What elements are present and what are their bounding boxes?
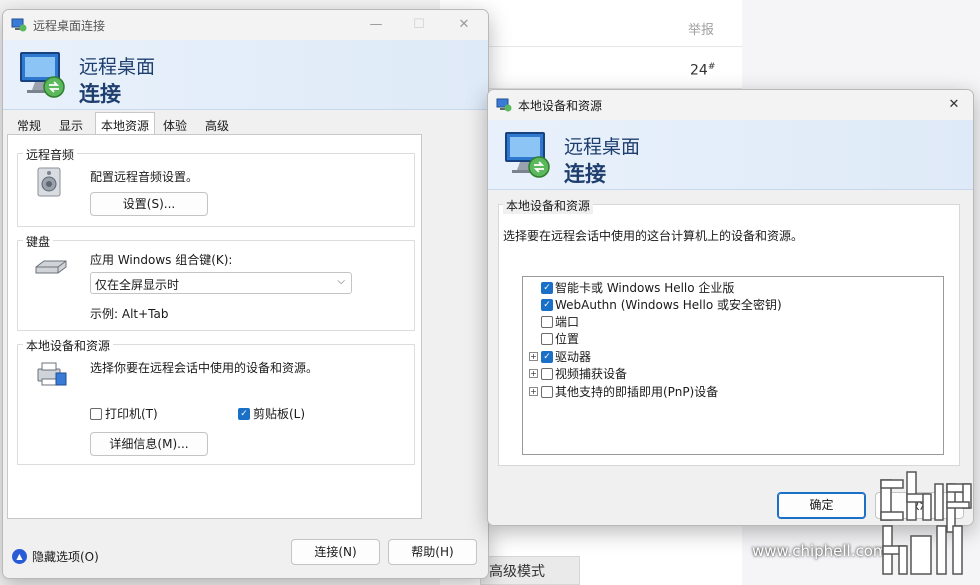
group-label: 远程音频 — [23, 146, 78, 163]
group-label: 本地设备和资源 — [23, 337, 114, 354]
group-label: 键盘 — [23, 233, 54, 250]
list-item[interactable]: + ✓ 驱动器 — [529, 348, 591, 365]
connect-button[interactable]: 连接(N) — [291, 539, 380, 565]
check-icon[interactable]: ✓ — [238, 407, 250, 420]
local-devices-description: 选择你要在远程会话中使用的设备和资源。 — [90, 361, 319, 375]
expand-plus-icon[interactable]: + — [529, 352, 538, 361]
banner-line2: 连接 — [79, 82, 121, 106]
check-icon[interactable]: ✓ — [541, 281, 553, 294]
tab-advanced[interactable]: 高级 — [199, 114, 235, 134]
expand-plus-icon[interactable]: + — [529, 387, 538, 396]
remote-desktop-window: 远程桌面连接 — ☐ ✕ 远程桌面 连接 常规 显示 本地资源 体验 高级 远程… — [2, 9, 489, 579]
monitor-connect-icon — [17, 48, 71, 105]
devices-icon — [34, 357, 68, 392]
rdp-banner: 远程桌面 连接 — [3, 40, 488, 110]
list-item[interactable]: 端口 — [529, 313, 579, 330]
keyboard-label: 应用 Windows 组合键(K): — [90, 253, 233, 267]
tab-display[interactable]: 显示 — [53, 114, 89, 134]
rdp-banner: 远程桌面 连接 — [488, 120, 973, 190]
rdp-app-icon — [11, 17, 27, 36]
check-icon[interactable]: ✓ — [541, 350, 553, 363]
speaker-icon — [34, 166, 66, 201]
chevron-up-icon[interactable]: ▲ — [12, 549, 27, 564]
monitor-connect-icon — [502, 128, 556, 185]
hide-options-toggle[interactable]: ▲ 隐藏选项(O) — [12, 548, 99, 565]
expand-plus-icon[interactable]: + — [529, 369, 538, 378]
tab-general[interactable]: 常规 — [11, 114, 47, 134]
printer-checkbox[interactable]: 打印机(T) — [90, 405, 158, 422]
advanced-mode-button[interactable]: 高级模式 — [480, 556, 580, 585]
window-title: 远程桌面连接 — [33, 19, 106, 33]
keyboard-example: 示例: Alt+Tab — [90, 307, 169, 321]
dialog-description: 选择要在远程会话中使用的这台计算机上的设备和资源。 — [503, 229, 804, 243]
ok-button[interactable]: 确定 — [777, 492, 866, 519]
local-devices-dialog: 本地设备和资源 ✕ 远程桌面 连接 本地设备和资源 选择要在远程会话中使用的这台… — [487, 89, 974, 526]
audio-settings-button[interactable]: 设置(S)... — [90, 192, 208, 216]
rdp-app-icon — [496, 97, 512, 116]
help-button[interactable]: 帮助(H) — [388, 539, 477, 565]
item-label: WebAuthn (Windows Hello 或安全密钥) — [555, 298, 782, 312]
checkbox-box[interactable] — [541, 367, 553, 380]
item-label: 智能卡或 Windows Hello 企业版 — [555, 281, 735, 295]
chevron-down-icon: ⌵ — [337, 276, 345, 287]
hide-options-label: 隐藏选项(O) — [32, 550, 99, 564]
keyboard-group: 键盘 应用 Windows 组合键(K): 仅在全屏显示时 ⌵ 示例: Alt+… — [17, 233, 415, 331]
report-link[interactable]: 举报 — [688, 19, 714, 38]
checkbox-box[interactable] — [541, 385, 553, 398]
checkbox-box[interactable] — [90, 407, 102, 420]
list-item[interactable]: ✓ WebAuthn (Windows Hello 或安全密钥) — [529, 296, 782, 313]
keyboard-icon — [34, 257, 68, 280]
close-icon[interactable]: ✕ — [441, 10, 487, 40]
select-value: 仅在全屏显示时 — [95, 278, 180, 292]
floor-number: 24# — [690, 62, 716, 79]
audio-description: 配置远程音频设置。 — [90, 170, 199, 184]
checkbox-label: 剪贴板(L) — [253, 407, 306, 421]
close-icon[interactable]: ✕ — [931, 90, 973, 120]
device-tree-list[interactable]: ✓ 智能卡或 Windows Hello 企业版 ✓ WebAuthn (Win… — [522, 276, 944, 455]
item-label: 位置 — [555, 332, 580, 346]
local-devices-group: 本地设备和资源 选择你要在远程会话中使用的设备和资源。 打印机(T) ✓ 剪贴板… — [17, 337, 415, 465]
list-item[interactable]: + 其他支持的即插即用(PnP)设备 — [529, 383, 718, 400]
minimize-icon[interactable]: — — [353, 10, 399, 40]
local-resources-panel: 远程音频 配置远程音频设置。 设置(S)... 键盘 应用 Windows 组合… — [7, 134, 422, 519]
audio-group: 远程音频 配置远程音频设置。 设置(S)... — [17, 146, 415, 227]
clipboard-checkbox[interactable]: ✓ 剪贴板(L) — [238, 405, 305, 422]
details-button[interactable]: 详细信息(M)... — [90, 432, 208, 456]
item-label: 端口 — [555, 315, 580, 329]
banner-line2: 连接 — [564, 162, 606, 186]
check-icon[interactable]: ✓ — [541, 298, 553, 311]
list-item[interactable]: 位置 — [529, 330, 579, 347]
checkbox-label: 打印机(T) — [105, 407, 158, 421]
group-label: 本地设备和资源 — [503, 197, 594, 214]
chiphell-logo-icon — [875, 470, 975, 580]
maximize-icon[interactable]: ☐ — [396, 10, 442, 40]
tab-local-resources[interactable]: 本地资源 — [95, 112, 155, 135]
banner-line1: 远程桌面 — [79, 56, 156, 78]
list-item[interactable]: + 视频捕获设备 — [529, 365, 627, 382]
list-item[interactable]: ✓ 智能卡或 Windows Hello 企业版 — [529, 279, 734, 296]
banner-line1: 远程桌面 — [564, 136, 641, 158]
watermark-url: www.chiphell.com — [752, 542, 888, 560]
title-bar[interactable]: 本地设备和资源 ✕ — [488, 90, 973, 120]
item-label: 其他支持的即插即用(PnP)设备 — [555, 385, 719, 399]
item-label: 驱动器 — [555, 350, 592, 364]
item-label: 视频捕获设备 — [555, 367, 628, 381]
tab-strip: 常规 显示 本地资源 体验 高级 — [3, 112, 488, 135]
checkbox-box[interactable] — [541, 332, 553, 345]
checkbox-box[interactable] — [541, 315, 553, 328]
keyboard-combo-select[interactable]: 仅在全屏显示时 ⌵ — [90, 272, 352, 294]
dialog-title: 本地设备和资源 — [518, 99, 603, 113]
tab-experience[interactable]: 体验 — [157, 114, 193, 134]
title-bar[interactable]: 远程桌面连接 — ☐ ✕ — [3, 10, 488, 40]
